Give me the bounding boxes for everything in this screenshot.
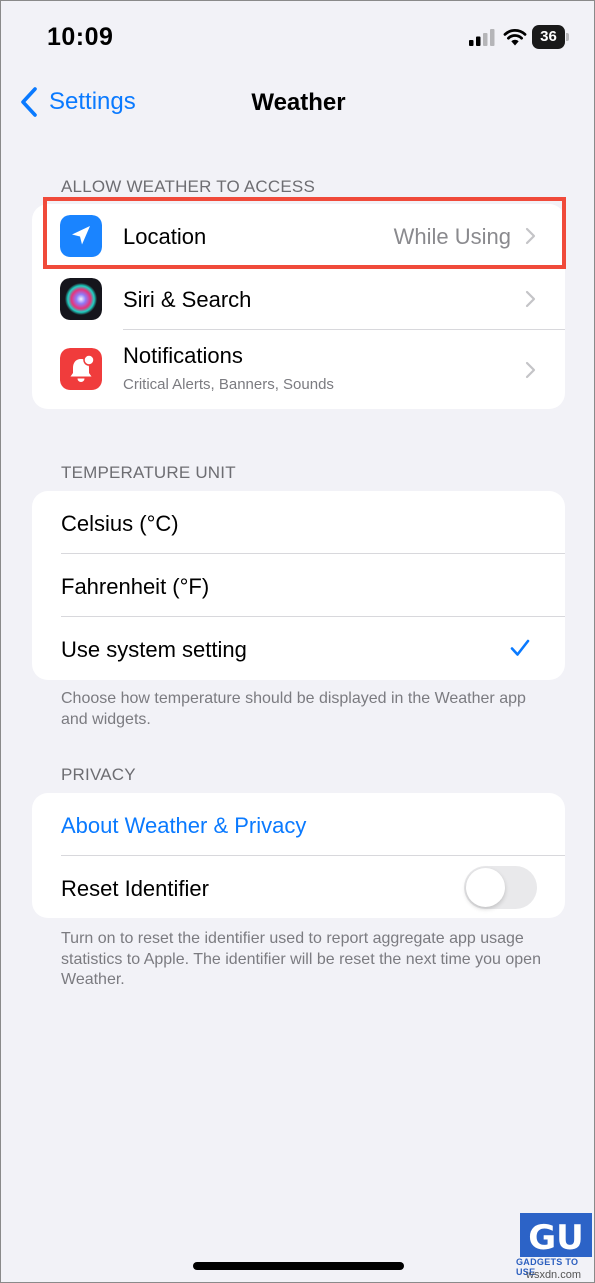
watermark-logo: GU bbox=[520, 1213, 592, 1258]
about-privacy-label: About Weather & Privacy bbox=[61, 813, 307, 838]
fahrenheit-label: Fahrenheit (°F) bbox=[61, 574, 210, 599]
checkmark-icon bbox=[510, 639, 530, 656]
celsius-option[interactable]: Celsius (°C) bbox=[32, 491, 565, 554]
notifications-subtitle: Critical Alerts, Banners, Sounds bbox=[123, 376, 334, 393]
toggle-knob bbox=[466, 868, 505, 907]
page-title: Weather bbox=[251, 89, 346, 116]
navigation-bar: Settings Weather bbox=[1, 76, 595, 131]
about-privacy-link[interactable]: About Weather & Privacy bbox=[32, 793, 565, 856]
temperature-section-header: TEMPERATURE UNIT bbox=[61, 463, 236, 482]
status-bar: 10:09 36 bbox=[1, 1, 595, 76]
siri-search-row[interactable]: Siri & Search bbox=[32, 267, 565, 330]
notifications-label: Notifications bbox=[123, 343, 243, 368]
notifications-icon bbox=[60, 348, 102, 390]
gadgets-to-use-logo: GU bbox=[520, 1213, 592, 1258]
siri-icon bbox=[60, 278, 102, 320]
reset-identifier-row: Reset Identifier bbox=[32, 856, 565, 918]
watermark-domain: wsxdn.com bbox=[526, 1269, 582, 1281]
chevron-right-icon bbox=[525, 290, 536, 308]
privacy-section-header: PRIVACY bbox=[61, 765, 136, 784]
celsius-label: Celsius (°C) bbox=[61, 511, 179, 536]
temperature-footer: Choose how temperature should be display… bbox=[61, 690, 526, 728]
status-time: 10:09 bbox=[47, 23, 114, 51]
wifi-icon bbox=[503, 29, 527, 46]
access-section-header: ALLOW WEATHER TO ACCESS bbox=[61, 177, 315, 196]
privacy-group: About Weather & Privacy Reset Identifier bbox=[32, 793, 565, 918]
chevron-right-icon bbox=[525, 361, 536, 379]
cellular-signal-icon bbox=[469, 29, 495, 46]
reset-identifier-label: Reset Identifier bbox=[61, 876, 209, 901]
system-setting-label: Use system setting bbox=[61, 637, 247, 662]
notifications-row[interactable]: Notifications Critical Alerts, Banners, … bbox=[32, 330, 565, 409]
battery-icon: 36 bbox=[532, 25, 570, 49]
location-highlight-box bbox=[43, 197, 566, 269]
fahrenheit-option[interactable]: Fahrenheit (°F) bbox=[32, 554, 565, 617]
watermark-logo-text: GU bbox=[528, 1218, 584, 1257]
battery-level: 36 bbox=[540, 28, 557, 45]
home-indicator[interactable] bbox=[193, 1262, 404, 1270]
system-setting-option[interactable]: Use system setting bbox=[32, 617, 565, 680]
reset-identifier-toggle[interactable] bbox=[464, 866, 537, 909]
siri-search-label: Siri & Search bbox=[123, 287, 252, 312]
privacy-footer: Turn on to reset the identifier used to … bbox=[61, 930, 541, 988]
temperature-group: Celsius (°C) Fahrenheit (°F) Use system … bbox=[32, 491, 565, 680]
